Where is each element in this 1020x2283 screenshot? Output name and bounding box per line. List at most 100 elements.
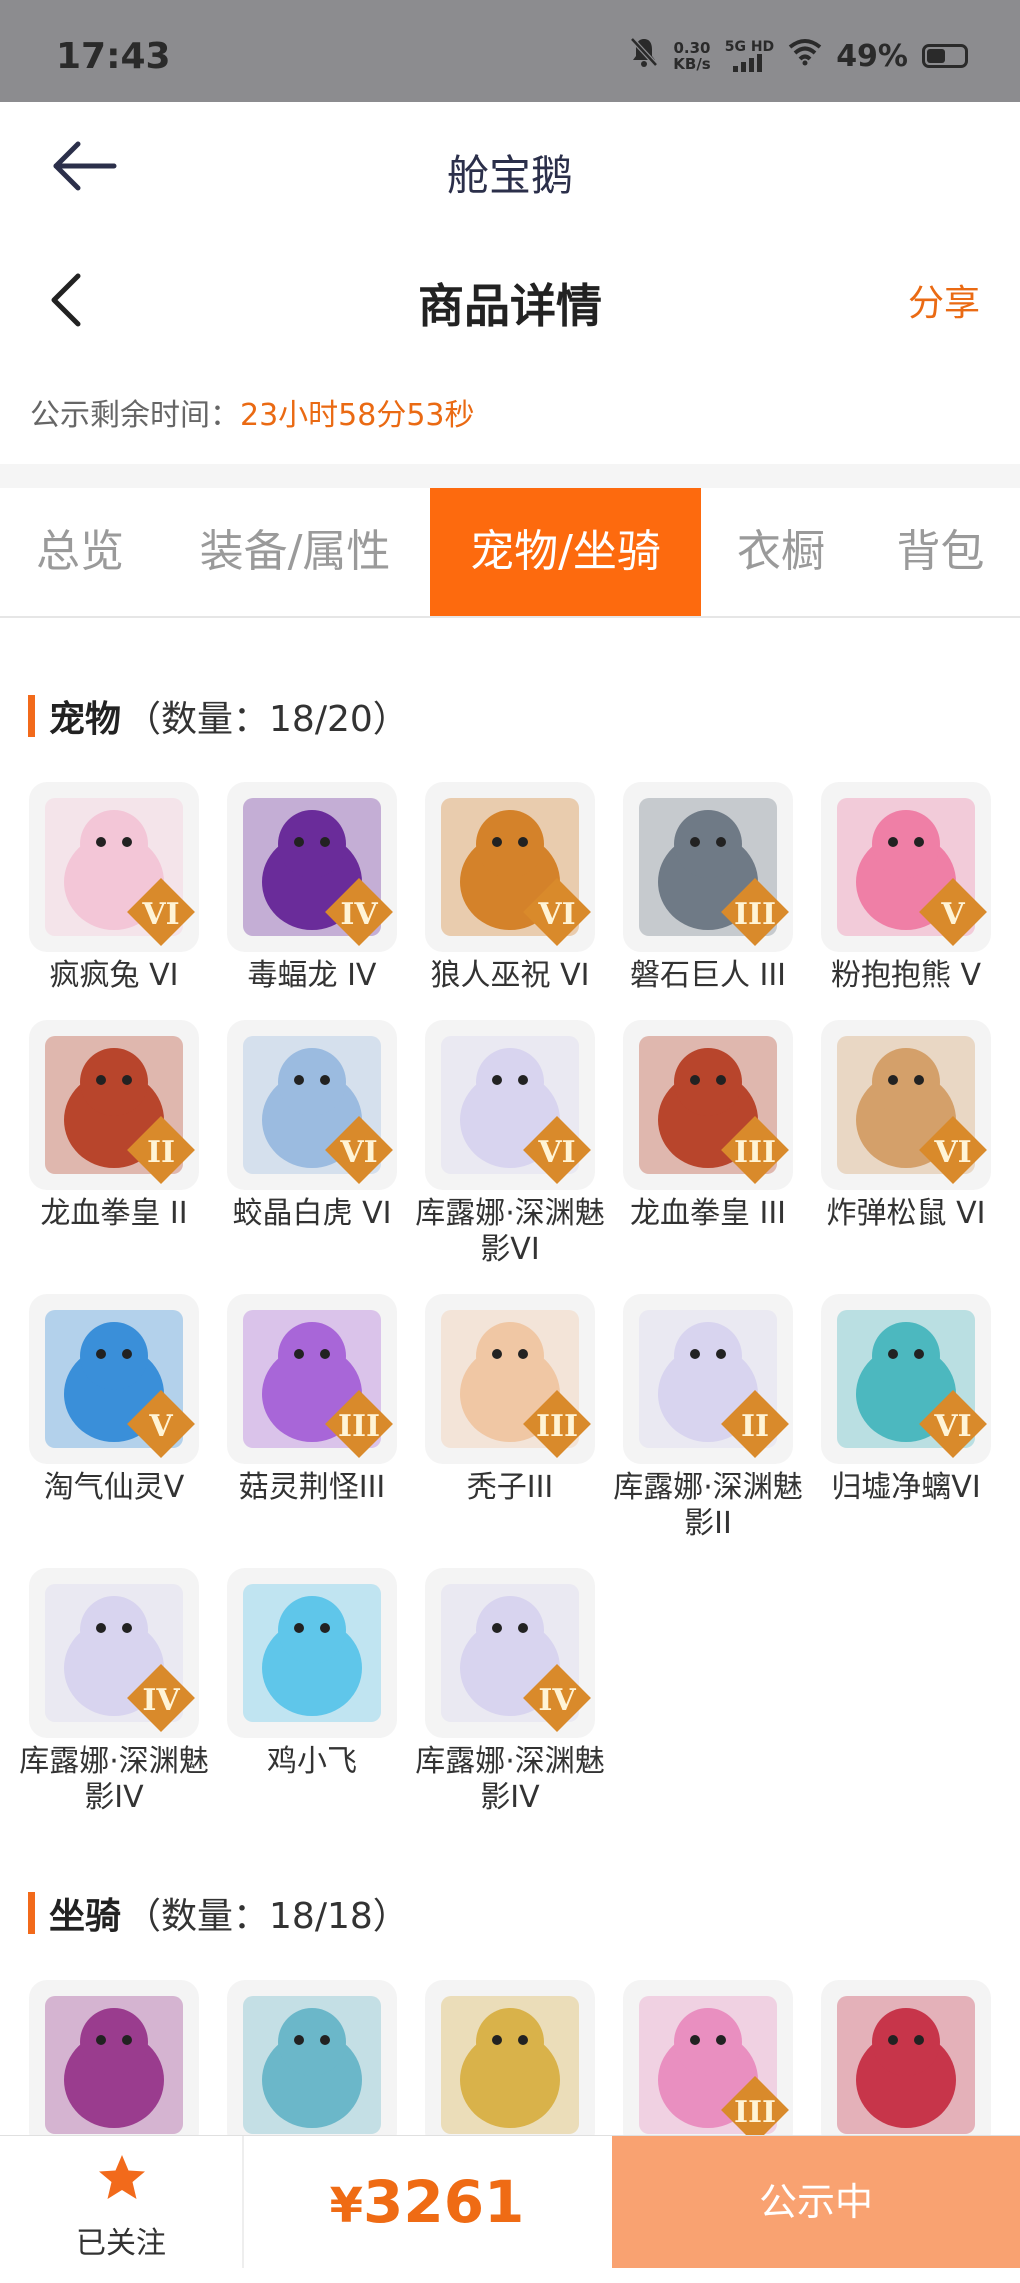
page-title: 商品详情 — [418, 279, 602, 333]
publicity-status-button[interactable]: 公示中 — [612, 2136, 1020, 2268]
follow-button[interactable]: 已关注 — [0, 2136, 244, 2268]
tab-equipment[interactable]: 装备/属性 — [160, 488, 430, 616]
pet-thumbnail: II — [29, 1020, 199, 1190]
pet-thumbnail: VI — [425, 1020, 595, 1190]
star-icon — [99, 2155, 145, 2199]
tab-backpack[interactable]: 背包 — [861, 488, 1020, 616]
pets-section-header: 宠物 （数量：18/20） — [28, 690, 409, 742]
rank-text: III — [733, 897, 777, 932]
pet-item[interactable]: III 菇灵荆怪III — [213, 1294, 411, 1506]
pet-item[interactable]: III 龙血拳皇 III — [609, 1020, 807, 1232]
pet-item[interactable]: V 淘气仙灵V — [15, 1294, 213, 1506]
price: ¥3261 — [242, 2136, 612, 2268]
pet-thumbnail: III — [623, 1020, 793, 1190]
pet-name: 库露娜·深渊魅影IV — [415, 1744, 605, 1815]
pet-item[interactable]: VI 蛟晶白虎 VI — [213, 1020, 411, 1232]
pet-item[interactable]: VI 疯疯兔 VI — [15, 782, 213, 994]
tab-overview[interactable]: 总览 — [0, 488, 160, 616]
mounts-section-header: 坐骑 （数量：18/18） — [28, 1887, 409, 1939]
pet-name: 菇灵荆怪III — [238, 1470, 386, 1505]
pet-item[interactable]: IV 毒蝠龙 IV — [213, 782, 411, 994]
mount-item[interactable] — [807, 1980, 1005, 2150]
pet-name: 库露娜·深渊魅影IV — [19, 1744, 209, 1815]
pet-item[interactable]: II 库露娜·深渊魅影II — [609, 1294, 807, 1542]
pet-name: 毒蝠龙 IV — [247, 958, 377, 993]
mount-item[interactable]: III — [609, 1980, 807, 2150]
pet-item[interactable]: VI 炸弹松鼠 VI — [807, 1020, 1005, 1232]
pet-name: 蛟晶白虎 VI — [232, 1196, 392, 1231]
rank-text: VI — [340, 1135, 378, 1170]
signal-bars-icon — [733, 54, 763, 72]
tab-pets-mounts[interactable]: 宠物/坐骑 — [430, 488, 701, 616]
mount-item[interactable] — [213, 1980, 411, 2150]
pet-thumbnail: IV — [425, 1568, 595, 1738]
pet-name: 库露娜·深渊魅影VI — [415, 1196, 605, 1267]
follow-label: 已关注 — [76, 2226, 166, 2261]
currency-symbol: ¥ — [329, 2178, 363, 2234]
pet-item[interactable]: VI 狼人巫祝 VI — [411, 782, 609, 994]
pet-item[interactable]: VI 归墟净螭VI — [807, 1294, 1005, 1506]
pet-name: 粉抱抱熊 V — [830, 958, 982, 993]
rank-text: II — [146, 1135, 176, 1170]
rank-text: III — [733, 2095, 777, 2130]
pet-name: 炸弹松鼠 VI — [826, 1196, 986, 1231]
pet-thumbnail: III — [623, 1980, 793, 2150]
pet-item[interactable]: IV 库露娜·深渊魅影IV — [15, 1568, 213, 1816]
status-time: 17:43 — [56, 36, 171, 77]
pet-thumbnail — [227, 1980, 397, 2150]
page-header: 商品详情 分享 — [0, 230, 1020, 362]
pet-thumbnail: V — [821, 782, 991, 952]
bottom-action-bar: 已关注 ¥3261 公示中 — [0, 2135, 1020, 2268]
pet-thumbnail: VI — [29, 782, 199, 952]
tab-bar: 总览 装备/属性 宠物/坐骑 衣橱 背包 — [0, 488, 1020, 618]
rank-text: IV — [340, 897, 378, 932]
net-speed: 0.30 KB/s — [673, 39, 711, 73]
share-button[interactable]: 分享 — [908, 274, 980, 326]
rank-text: III — [337, 1409, 381, 1444]
cellular-signal: 5G HD — [725, 40, 774, 72]
rank-text: VI — [934, 1409, 972, 1444]
app-title: 舱宝鹅 — [446, 151, 573, 200]
pet-name: 库露娜·深渊魅影II — [613, 1470, 803, 1541]
publicity-timer: 公示剩余时间：23小时58分53秒 — [30, 390, 475, 434]
pet-item[interactable]: IV 库露娜·深渊魅影IV — [411, 1568, 609, 1816]
pet-item[interactable]: III 磐石巨人 III — [609, 782, 807, 994]
pet-item[interactable]: VI 库露娜·深渊魅影VI — [411, 1020, 609, 1268]
pet-name: 鸡小飞 — [267, 1744, 357, 1779]
pet-item[interactable]: III 秃子III — [411, 1294, 609, 1506]
pet-illustration — [243, 1996, 381, 2134]
pet-illustration — [243, 1584, 381, 1722]
pet-name: 龙血拳皇 III — [629, 1196, 787, 1231]
rank-text: V — [941, 897, 965, 932]
status-icons: 0.30 KB/s 5G HD 49% — [629, 36, 968, 76]
pet-thumbnail — [29, 1980, 199, 2150]
pet-thumbnail — [821, 1980, 991, 2150]
pet-thumbnail: IV — [29, 1568, 199, 1738]
rank-text: III — [733, 1135, 777, 1170]
pet-thumbnail: III — [227, 1294, 397, 1464]
rank-text: II — [740, 1409, 770, 1444]
pet-thumbnail: II — [623, 1294, 793, 1464]
mount-item[interactable] — [411, 1980, 609, 2150]
pet-item[interactable]: V 粉抱抱熊 V — [807, 782, 1005, 994]
rank-text: IV — [142, 1683, 180, 1718]
pet-thumbnail: III — [623, 782, 793, 952]
pet-thumbnail: III — [425, 1294, 595, 1464]
section-accent-bar — [28, 1892, 35, 1934]
rank-text: V — [149, 1409, 173, 1444]
timer-value: 23小时58分53秒 — [240, 398, 475, 433]
app-header: 舱宝鹅 — [0, 102, 1020, 230]
pet-thumbnail — [227, 1568, 397, 1738]
pet-item[interactable]: II 龙血拳皇 II — [15, 1020, 213, 1232]
pet-name: 龙血拳皇 II — [40, 1196, 188, 1231]
battery-percent: 49% — [836, 38, 908, 74]
mount-item[interactable] — [15, 1980, 213, 2150]
pet-illustration — [441, 1996, 579, 2134]
section-title: 宠物 — [49, 699, 122, 740]
tab-wardrobe[interactable]: 衣橱 — [701, 488, 861, 616]
pet-item[interactable]: 鸡小飞 — [213, 1568, 411, 1780]
pet-name: 归墟净螭VI — [831, 1470, 981, 1505]
mute-bell-icon — [629, 36, 659, 76]
network-label: 5G HD — [724, 39, 775, 55]
pet-thumbnail — [425, 1980, 595, 2150]
